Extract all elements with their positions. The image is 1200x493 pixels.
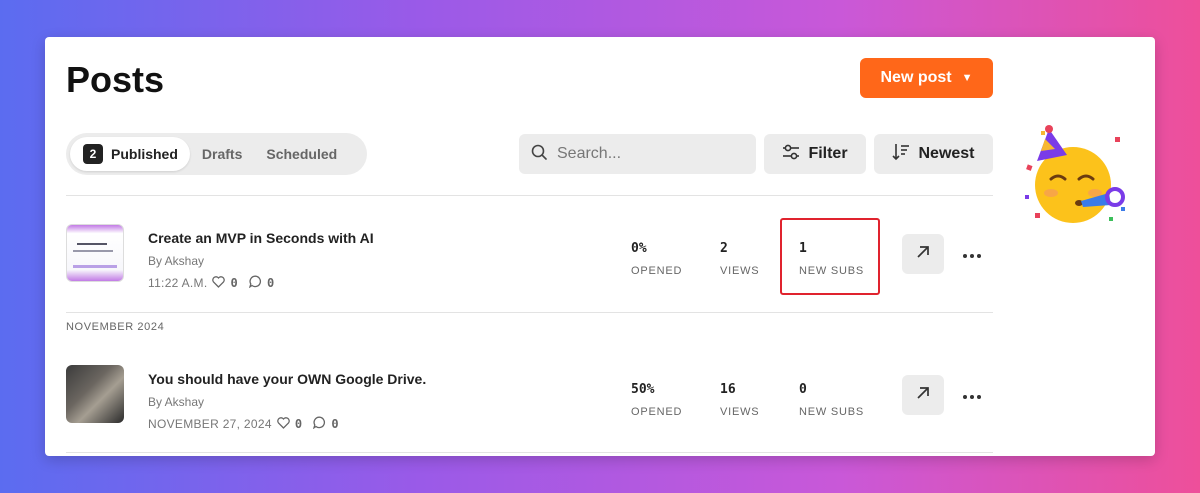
caret-down-icon: ▼ xyxy=(961,72,973,84)
views-stat: 16 VIEWS xyxy=(720,382,759,418)
page-title: Posts xyxy=(66,59,165,100)
post-thumbnail xyxy=(66,224,124,282)
section-label: NOVEMBER 2024 xyxy=(66,321,165,333)
new-post-button[interactable]: New post ▼ xyxy=(860,58,993,98)
post-date: NOVEMBER 27, 2024 xyxy=(148,417,272,431)
post-title[interactable]: You should have your OWN Google Drive. xyxy=(148,371,426,387)
views-value: 2 xyxy=(720,241,728,256)
more-icon xyxy=(963,245,981,263)
post-row[interactable]: You should have your OWN Google Drive. B… xyxy=(66,354,993,431)
post-title[interactable]: Create an MVP in Seconds with AI xyxy=(148,230,374,246)
heart-icon xyxy=(212,275,226,291)
post-date: 11:22 A.M. xyxy=(148,276,208,290)
posts-panel: Posts New post ▼ 2 Published Drafts Sche… xyxy=(45,37,1155,456)
open-post-button[interactable] xyxy=(902,234,944,274)
filter-icon xyxy=(782,144,800,165)
new-subs-label: NEW SUBS xyxy=(799,406,865,418)
comment-icon xyxy=(248,275,262,291)
external-link-icon xyxy=(916,386,930,405)
sort-button[interactable]: Newest xyxy=(874,134,993,174)
comment-count: 0 xyxy=(331,417,339,431)
opened-stat: 50% OPENED xyxy=(631,382,682,418)
opened-label: OPENED xyxy=(631,406,683,418)
views-label: VIEWS xyxy=(720,265,760,277)
more-options-button[interactable] xyxy=(960,383,984,407)
divider xyxy=(66,452,993,453)
heart-icon xyxy=(277,416,290,432)
views-stat: 2 VIEWS xyxy=(720,241,759,277)
new-post-label: New post xyxy=(880,69,952,86)
more-options-button[interactable] xyxy=(960,242,984,266)
divider xyxy=(66,195,993,196)
sort-icon xyxy=(892,143,910,166)
sort-label: Newest xyxy=(918,145,975,162)
opened-value: 0% xyxy=(631,241,647,256)
post-author: By Akshay xyxy=(148,254,205,268)
more-icon xyxy=(963,386,981,404)
post-meta: 11:22 A.M. 0 0 xyxy=(148,275,281,291)
tab-scheduled[interactable]: Scheduled xyxy=(254,137,349,171)
published-count-badge: 2 xyxy=(83,144,103,164)
tab-scheduled-label: Scheduled xyxy=(266,146,338,162)
views-value: 16 xyxy=(720,382,736,397)
new-subs-stat: 0 NEW SUBS xyxy=(799,382,864,418)
like-count: 0 xyxy=(230,276,239,290)
search-box xyxy=(519,134,756,174)
new-subs-highlight xyxy=(780,218,880,295)
external-link-icon xyxy=(916,245,930,264)
new-subs-value: 0 xyxy=(799,382,807,397)
status-tabs: 2 Published Drafts Scheduled xyxy=(66,133,367,175)
post-author: By Akshay xyxy=(148,395,205,409)
opened-label: OPENED xyxy=(631,265,683,277)
post-meta: NOVEMBER 27, 2024 0 0 xyxy=(148,416,345,432)
party-face-emoji xyxy=(1023,125,1129,227)
divider xyxy=(66,312,993,313)
filter-button[interactable]: Filter xyxy=(764,134,866,174)
like-count: 0 xyxy=(294,417,303,431)
views-label: VIEWS xyxy=(720,406,760,418)
filter-label: Filter xyxy=(808,145,848,162)
tab-published[interactable]: 2 Published xyxy=(70,137,190,171)
search-icon xyxy=(531,144,547,165)
tab-published-label: Published xyxy=(111,146,178,162)
open-post-button[interactable] xyxy=(902,375,944,415)
tab-drafts-label: Drafts xyxy=(201,146,243,162)
opened-value: 50% xyxy=(631,382,655,397)
opened-stat: 0% OPENED xyxy=(631,241,682,277)
comment-icon xyxy=(313,416,326,432)
comment-count: 0 xyxy=(267,276,275,290)
post-thumbnail xyxy=(66,365,124,423)
search-input[interactable] xyxy=(557,145,737,163)
tab-drafts[interactable]: Drafts xyxy=(190,137,254,171)
